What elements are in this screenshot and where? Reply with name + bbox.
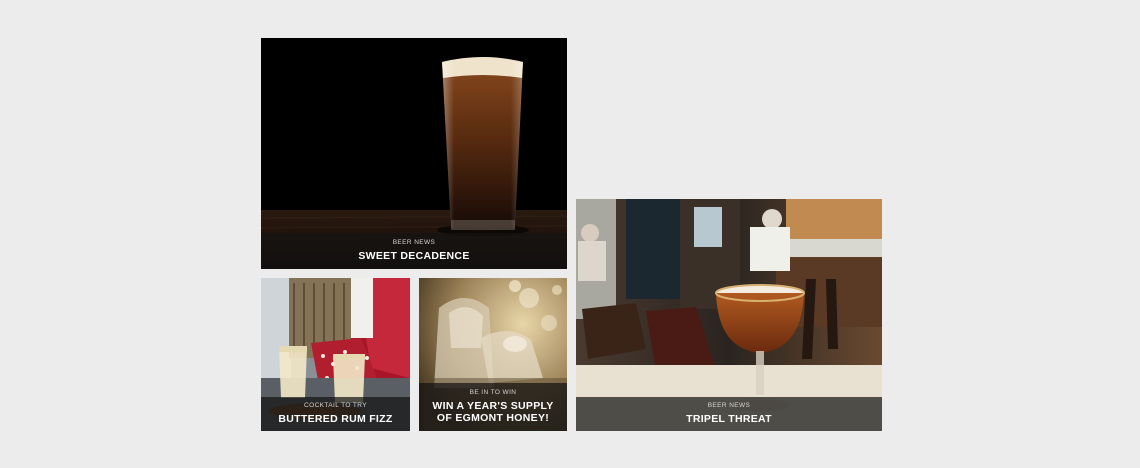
article-category: BE IN TO WIN: [469, 388, 517, 396]
article-title[interactable]: SWEET DECADENCE: [358, 250, 469, 262]
article-card-egmont-honey[interactable]: BE IN TO WIN WIN A YEAR'S SUPPLY OF EGMO…: [419, 278, 567, 431]
article-caption: BE IN TO WIN WIN A YEAR'S SUPPLY OF EGMO…: [419, 383, 567, 431]
article-title[interactable]: WIN A YEAR'S SUPPLY OF EGMONT HONEY!: [427, 400, 559, 424]
article-category: BEER NEWS: [707, 401, 751, 409]
article-category: BEER NEWS: [392, 238, 436, 246]
article-caption: BEER NEWS SWEET DECADENCE: [261, 233, 567, 269]
article-caption: BEER NEWS TRIPEL THREAT: [576, 397, 882, 431]
article-grid: BEER NEWS SWEET DECADENCE COCKTAIL TO TR…: [0, 0, 1140, 468]
article-title[interactable]: BUTTERED RUM FIZZ: [278, 413, 392, 425]
article-card-tripel-threat[interactable]: BEER NEWS TRIPEL THREAT: [576, 199, 882, 431]
article-caption: COCKTAIL TO TRY BUTTERED RUM FIZZ: [261, 397, 410, 431]
article-title[interactable]: TRIPEL THREAT: [686, 413, 772, 425]
article-card-sweet-decadence[interactable]: BEER NEWS SWEET DECADENCE: [261, 38, 567, 269]
article-card-buttered-rum-fizz[interactable]: COCKTAIL TO TRY BUTTERED RUM FIZZ: [261, 278, 410, 431]
article-category: COCKTAIL TO TRY: [304, 401, 367, 409]
